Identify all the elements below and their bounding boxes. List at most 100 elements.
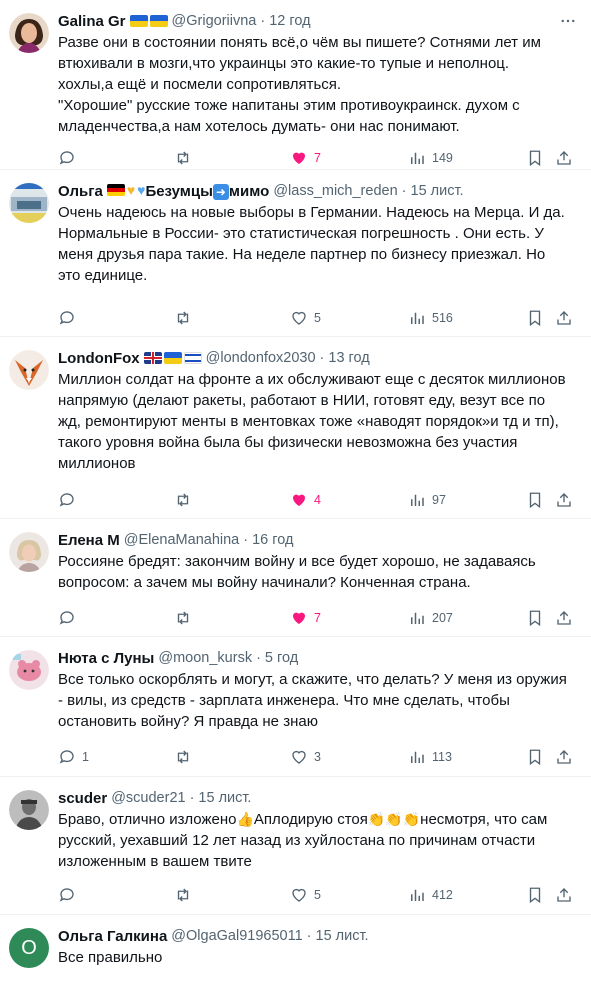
share-button[interactable] bbox=[555, 608, 573, 628]
display-name[interactable]: Елена М bbox=[58, 532, 120, 549]
user-handle[interactable]: @lass_mich_reden bbox=[273, 183, 397, 199]
reply-icon bbox=[59, 888, 74, 902]
repost-icon bbox=[177, 311, 189, 325]
like-button[interactable]: 4 bbox=[290, 490, 321, 510]
tweet-header: Galina Gr @Grigoriivna · 12 год bbox=[58, 10, 577, 32]
user-handle[interactable]: @ElenaManahina bbox=[124, 532, 240, 548]
display-name[interactable]: Galina Gr bbox=[58, 13, 126, 30]
timestamp[interactable]: 15 лист. bbox=[198, 790, 251, 806]
heart-outline-icon bbox=[292, 311, 306, 325]
views-button[interactable]: 97 bbox=[408, 490, 446, 510]
reply-icon bbox=[59, 750, 74, 764]
share-button[interactable] bbox=[555, 747, 573, 767]
share-button[interactable] bbox=[555, 490, 573, 510]
tweet-paragraph: Все правильно bbox=[58, 949, 163, 966]
user-handle[interactable]: @Grigoriivna bbox=[172, 13, 257, 29]
text-segment: Браво, отлично изложено bbox=[58, 811, 237, 828]
bookmark-button[interactable] bbox=[526, 608, 544, 628]
ukraine-flag-icon bbox=[163, 352, 182, 364]
reply-button[interactable] bbox=[58, 490, 76, 510]
bookmark-button[interactable] bbox=[526, 308, 544, 328]
user-handle[interactable]: @OlgaGal91965011 bbox=[171, 928, 302, 944]
tweet-header: LondonFox @londonfox2030 · 13 год bbox=[58, 347, 577, 369]
reply-tweet[interactable]: LondonFox @londonfox2030 · 13 год Миллио… bbox=[0, 337, 591, 519]
avatar[interactable] bbox=[9, 790, 49, 830]
share-button[interactable] bbox=[555, 885, 573, 905]
avatar[interactable] bbox=[9, 13, 49, 53]
reply-tweet[interactable]: O Ольга Галкина @OlgaGal91965011 · 15 ли… bbox=[0, 915, 591, 982]
display-name[interactable]: Ольга ♥ ♥ Безумцы ➜ мимо bbox=[58, 182, 269, 200]
timestamp[interactable]: 15 лист. bbox=[411, 183, 464, 199]
reply-button[interactable] bbox=[58, 308, 76, 328]
like-button[interactable]: 5 bbox=[290, 885, 321, 905]
reply-tweet[interactable]: Нюта с Луны @moon_kursk · 5 год Все толь… bbox=[0, 637, 591, 777]
tweet-actions: 4 97 bbox=[58, 481, 577, 519]
display-name[interactable]: LondonFox bbox=[58, 350, 140, 367]
heart-outline-icon bbox=[292, 750, 306, 764]
repost-button[interactable] bbox=[174, 308, 192, 328]
tweet-text: Миллион солдат на фронте а их обслуживаю… bbox=[58, 369, 577, 474]
share-icon bbox=[557, 888, 571, 902]
reply-tweet[interactable]: scuder @scuder21 · 15 лист. Браво, отлич… bbox=[0, 777, 591, 915]
views-button[interactable]: 412 bbox=[408, 885, 453, 905]
like-button[interactable]: 7 bbox=[290, 148, 321, 168]
display-name[interactable]: Нюта с Луны bbox=[58, 650, 154, 667]
repost-button[interactable] bbox=[174, 490, 192, 510]
more-options-icon[interactable] bbox=[559, 12, 577, 30]
repost-button[interactable] bbox=[174, 885, 192, 905]
right-arrow-icon: ➜ bbox=[212, 184, 229, 200]
reply-tweet[interactable]: Ольга ♥ ♥ Безумцы ➜ мимо @lass_mich_reden · 1… bbox=[0, 170, 591, 337]
timestamp[interactable]: 16 год bbox=[252, 532, 293, 548]
views-button[interactable]: 516 bbox=[408, 308, 453, 328]
repost-button[interactable] bbox=[174, 608, 192, 628]
avatar[interactable] bbox=[9, 350, 49, 390]
user-handle[interactable]: @scuder21 bbox=[111, 790, 185, 806]
reply-tweet[interactable]: Galina Gr @Grigoriivna · 12 год Разве он… bbox=[0, 0, 591, 170]
user-handle[interactable]: @moon_kursk bbox=[158, 650, 252, 666]
bookmark-icon bbox=[529, 492, 541, 509]
tweet-actions: 1 3 113 bbox=[58, 738, 577, 776]
avatar[interactable]: O bbox=[9, 928, 49, 968]
avatar[interactable] bbox=[9, 532, 49, 572]
like-button[interactable]: 3 bbox=[290, 747, 321, 767]
ukraine-flag-icon bbox=[129, 15, 148, 27]
timestamp[interactable]: 15 лист. bbox=[316, 928, 369, 944]
timestamp[interactable]: 5 год bbox=[265, 650, 298, 666]
timestamp[interactable]: 12 год bbox=[269, 13, 310, 29]
user-handle[interactable]: @londonfox2030 bbox=[206, 350, 316, 366]
separator-dot: · bbox=[319, 350, 325, 366]
views-chart-icon bbox=[411, 612, 424, 624]
views-button[interactable]: 149 bbox=[408, 148, 453, 168]
bookmark-button[interactable] bbox=[526, 490, 544, 510]
reply-button[interactable]: 1 bbox=[58, 747, 89, 767]
text-segment: Аплодирую стоя bbox=[253, 811, 368, 828]
share-icon bbox=[557, 493, 571, 507]
repost-button[interactable] bbox=[174, 148, 192, 168]
reply-button[interactable] bbox=[58, 608, 76, 628]
timestamp[interactable]: 13 год bbox=[328, 350, 369, 366]
like-button[interactable]: 7 bbox=[290, 608, 321, 628]
name-flags bbox=[143, 352, 202, 364]
reply-button[interactable] bbox=[58, 148, 76, 168]
share-icon bbox=[557, 611, 571, 625]
repost-button[interactable] bbox=[174, 747, 192, 767]
like-button[interactable]: 5 bbox=[290, 308, 321, 328]
display-name[interactable]: scuder bbox=[58, 790, 107, 807]
bookmark-button[interactable] bbox=[526, 885, 544, 905]
tweet-text: Браво, отлично изложено👍Аплодирую стоя👏👏… bbox=[58, 809, 577, 872]
avatar[interactable] bbox=[9, 650, 49, 690]
views-button[interactable]: 207 bbox=[408, 608, 453, 628]
share-button[interactable] bbox=[555, 148, 573, 168]
repost-icon bbox=[177, 493, 189, 507]
views-button[interactable]: 113 bbox=[408, 747, 452, 767]
bookmark-button[interactable] bbox=[526, 747, 544, 767]
bookmark-button[interactable] bbox=[526, 148, 544, 168]
share-button[interactable] bbox=[555, 308, 573, 328]
display-name[interactable]: Ольга Галкина bbox=[58, 928, 167, 945]
ukraine-flag-icon bbox=[149, 15, 168, 27]
reply-button[interactable] bbox=[58, 885, 76, 905]
avatar[interactable] bbox=[9, 183, 49, 223]
reply-tweet[interactable]: Елена М @ElenaManahina · 16 год Россияне… bbox=[0, 519, 591, 637]
tweet-paragraph: Россияне бредят: закончим войну и все бу… bbox=[58, 553, 536, 591]
uk-flag-icon bbox=[143, 352, 162, 364]
